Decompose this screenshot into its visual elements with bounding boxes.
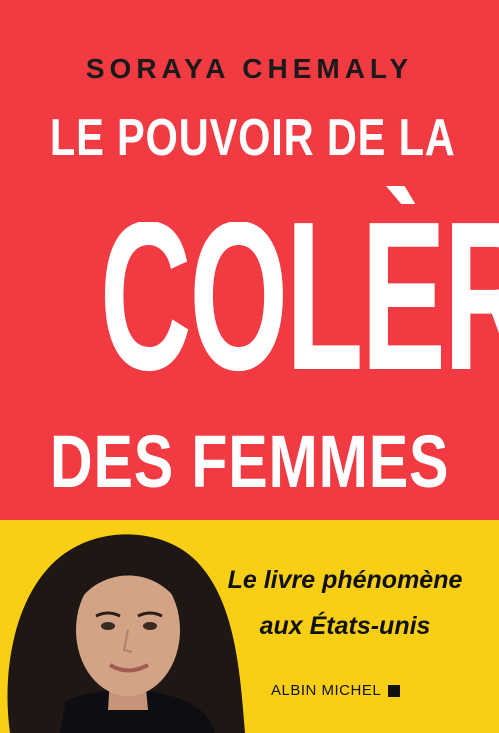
publisher-square-icon [388,685,401,697]
cover-title-panel: SORAYA CHEMALY LE POUVOIR DE LA COLÈRE D… [0,0,499,520]
title-cut-stripe-upper [40,216,460,222]
title-cut-stripe-top [40,204,460,214]
publisher-logo: ALBIN MICHEL [271,682,401,700]
title-cut-stripe-lower [40,372,460,378]
author-name: SORAYA CHEMALY [85,53,414,84]
title-line-3: DES FEMMES [49,420,450,503]
book-cover: SORAYA CHEMALY LE POUVOIR DE LA COLÈRE D… [0,0,499,733]
publisher-name: ALBIN MICHEL [271,682,382,699]
tagline-line-1: Le livre phénomène [227,566,463,594]
title-line-1: LE POUVOIR DE LA [49,109,456,167]
title-cut-stripe-bottom [40,382,460,392]
title-emphasis-block: COLÈRE [0,186,499,406]
tagline-line-2: aux États-unis [259,612,431,640]
